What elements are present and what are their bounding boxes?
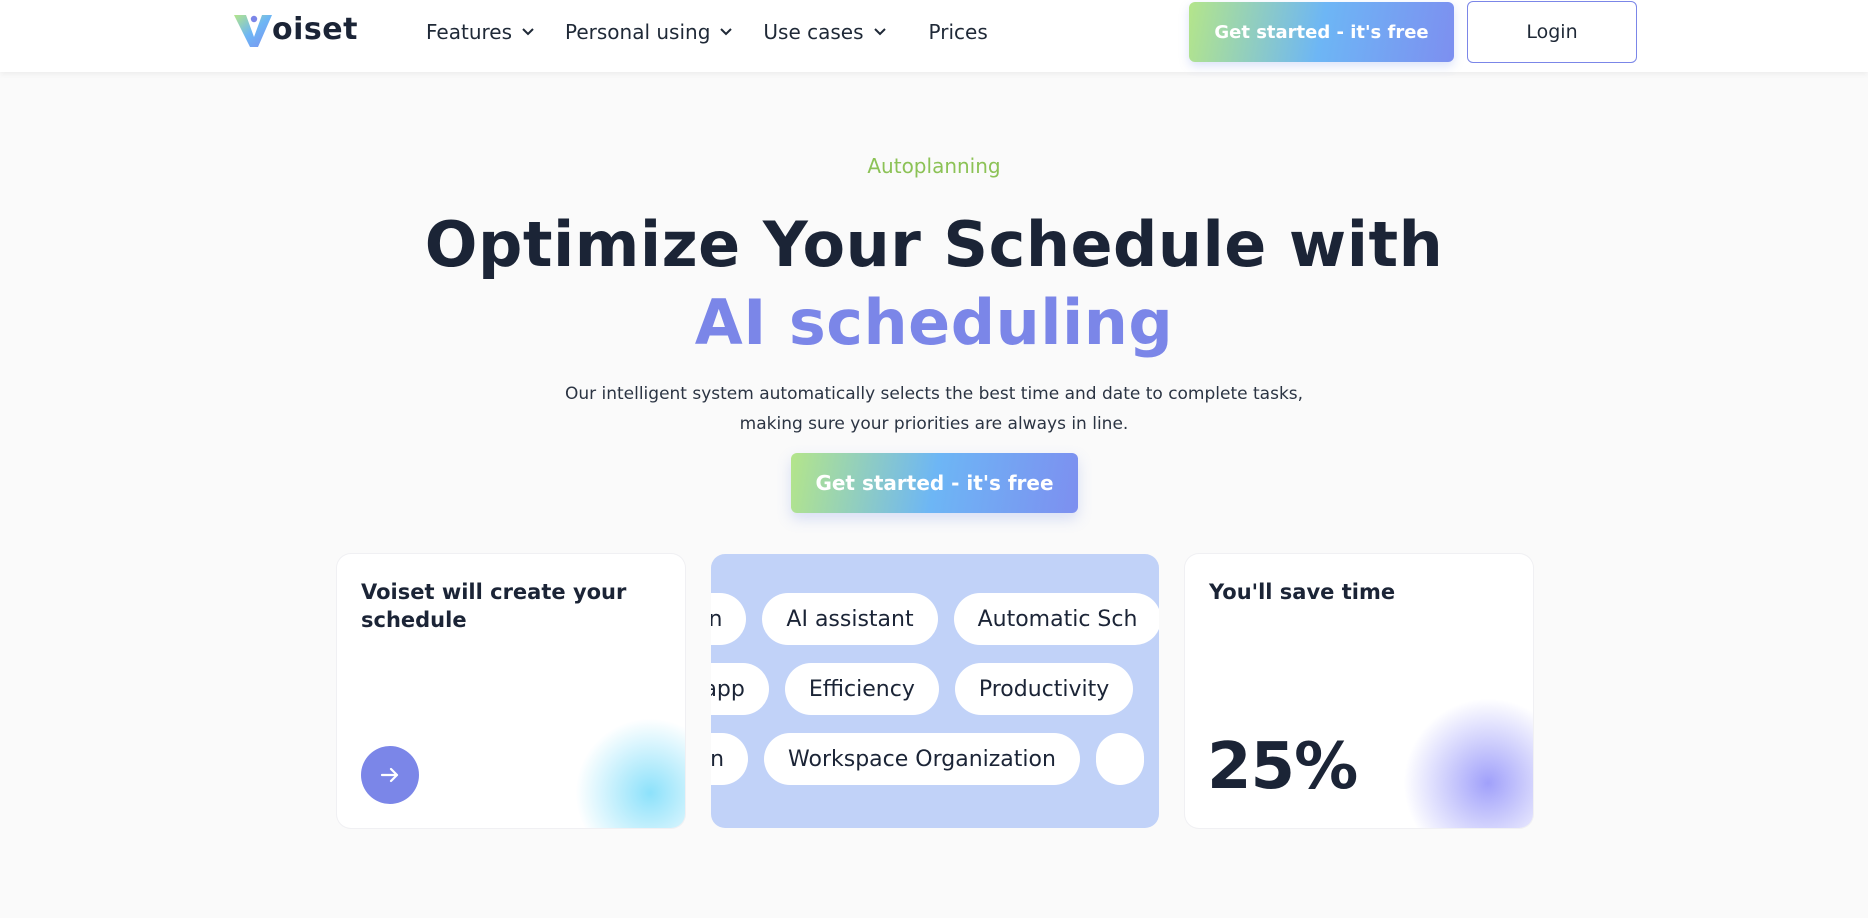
brand-name: oiset bbox=[272, 11, 358, 47]
voiset-logo-icon bbox=[234, 15, 272, 47]
feature-tag: Efficiency bbox=[784, 663, 939, 715]
hero-headline-line1: Optimize Your Schedule with bbox=[424, 208, 1444, 281]
header-get-started-button[interactable]: Get started - it's free bbox=[1189, 2, 1454, 62]
tag-row: on AI assistant Automatic Sch bbox=[711, 593, 1159, 645]
feature-tags-card: on AI assistant Automatic Sch o app Effi… bbox=[711, 554, 1159, 828]
section-eyebrow: Autoplanning bbox=[867, 154, 1001, 178]
arrow-right-icon bbox=[380, 767, 399, 783]
main-nav: Features Personal using Use cases Prices bbox=[426, 18, 1018, 46]
hero-get-started-button[interactable]: Get started - it's free bbox=[791, 453, 1078, 513]
hero-headline-accent: AI scheduling bbox=[694, 286, 1174, 359]
chevron-down-icon bbox=[873, 27, 887, 37]
schedule-card: Voiset will create your schedule bbox=[337, 554, 685, 828]
tag-row: o app Efficiency Productivity bbox=[711, 663, 1149, 715]
schedule-card-title: Voiset will create your schedule bbox=[361, 580, 627, 632]
feature-tag: Productivity bbox=[954, 663, 1134, 715]
hero-subtext: Our intelligent system automatically sel… bbox=[534, 379, 1334, 439]
nav-personal-using-label: Personal using bbox=[565, 20, 711, 44]
decorative-glow bbox=[1403, 698, 1533, 828]
nav-personal-using[interactable]: Personal using bbox=[565, 20, 733, 44]
time-saved-card-title: You'll save time bbox=[1209, 580, 1396, 604]
hero-subtext-line2: making sure your priorities are always i… bbox=[739, 414, 1129, 434]
feature-tag: esign bbox=[711, 733, 749, 785]
feature-tag: Automatic Sch bbox=[953, 593, 1159, 645]
nav-features-label: Features bbox=[426, 20, 512, 44]
nav-prices-label: Prices bbox=[928, 20, 988, 44]
schedule-card-arrow-button[interactable] bbox=[361, 746, 419, 804]
feature-tag: on bbox=[711, 593, 747, 645]
decorative-glow bbox=[575, 718, 685, 828]
feature-tag: AI assistant bbox=[762, 593, 938, 645]
feature-tag bbox=[1095, 733, 1144, 785]
chevron-down-icon bbox=[521, 27, 535, 37]
nav-use-cases-label: Use cases bbox=[763, 20, 864, 44]
feature-tag: o app bbox=[711, 663, 769, 715]
nav-features[interactable]: Features bbox=[426, 20, 535, 44]
nav-use-cases[interactable]: Use cases bbox=[763, 20, 886, 44]
chevron-down-icon bbox=[719, 27, 733, 37]
tag-row: esign Workspace Organization bbox=[711, 733, 1159, 785]
nav-prices[interactable]: Prices bbox=[929, 20, 988, 44]
time-saved-card: You'll save time 25% bbox=[1185, 554, 1533, 828]
feature-tag: Workspace Organization bbox=[764, 733, 1080, 785]
login-button[interactable]: Login bbox=[1467, 1, 1637, 63]
hero-headline: Optimize Your Schedule with AI schedulin… bbox=[0, 206, 1868, 362]
site-header: oiset Features Personal using Use cases … bbox=[0, 0, 1868, 72]
time-saved-stat: 25% bbox=[1207, 730, 1358, 804]
brand-logo[interactable]: oiset bbox=[232, 7, 358, 49]
hero-subtext-line1: Our intelligent system automatically sel… bbox=[564, 384, 1304, 404]
